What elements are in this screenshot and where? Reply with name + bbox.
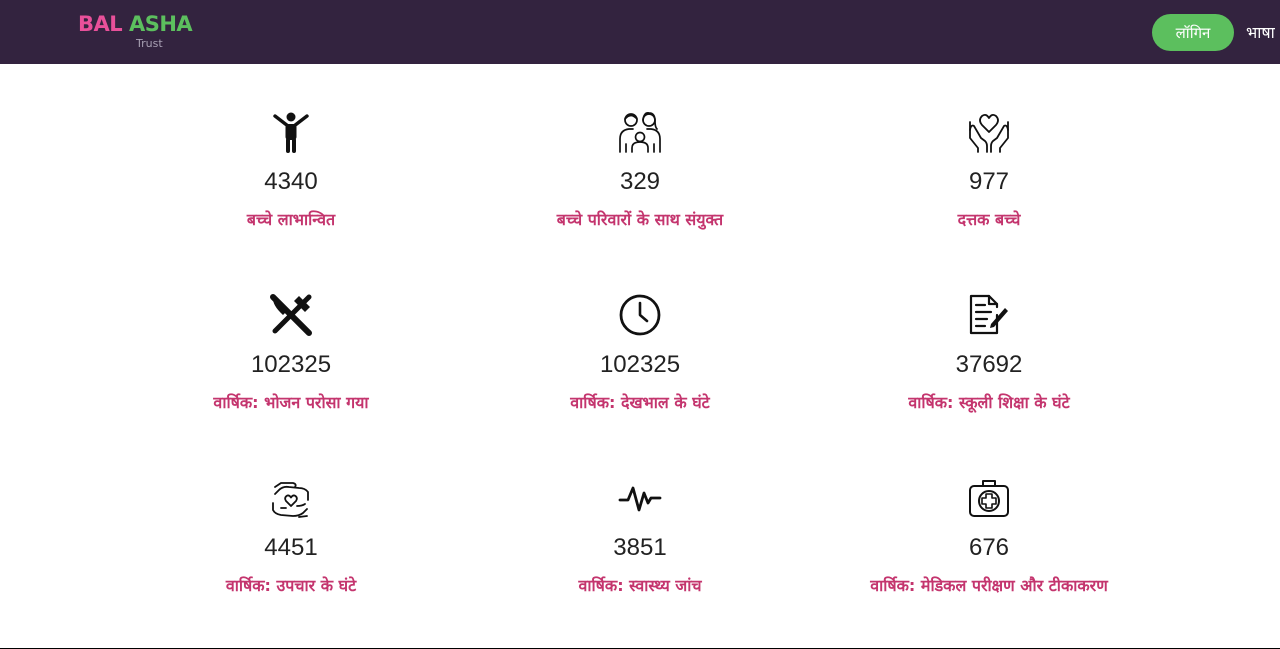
heart-hands-icon [969,113,1009,153]
stat-label: वार्षिक: मेडिकल परीक्षण और टीकाकरण [870,576,1108,595]
stat-label: वार्षिक: भोजन परोसा गया [213,393,369,412]
stat-label: दत्तक बच्चे [957,210,1021,229]
stat-value: 102325 [599,351,681,378]
stat-therapy-hours: 4451 वार्षिक: उपचार के घंटे [121,476,461,596]
care-hands-icon [272,482,309,518]
stat-health-checkups: 3851 वार्षिक: स्वास्थ्य जांच [470,476,810,596]
clock-icon [619,294,661,336]
stat-value: 676 [968,534,1010,561]
impact-stats-grid: 4340 बच्चे लाभान्वित 329 बच्चे परिवारों … [0,64,1280,648]
stat-label: वार्षिक: देखभाल के घंटे [570,393,710,412]
stat-value: 329 [619,168,661,195]
stat-adopted-children: 977 दत्तक बच्चे [819,110,1159,230]
stat-value: 4340 [264,168,318,195]
heartbeat-icon [618,486,662,512]
child-icon [273,112,309,153]
top-navbar: BAL ASHA Trust लॉगिन भाषा [0,0,1280,64]
stat-value: 102325 [250,351,332,378]
stat-medical-tests-vaccination: 676 वार्षिक: मेडिकल परीक्षण और टीकाकरण [819,476,1159,596]
stat-label: बच्चे परिवारों के साथ संयुक्त [556,210,724,229]
notepad-icon [969,294,1008,335]
stat-care-hours: 102325 वार्षिक: देखभाल के घंटे [470,293,810,413]
logo-subtitle: Trust [136,37,163,50]
language-selector[interactable]: भाषा [1246,21,1275,43]
stat-label: वार्षिक: स्वास्थ्य जांच [578,576,702,595]
bal-asha-logo[interactable]: BAL ASHA Trust [78,12,193,52]
stat-value: 37692 [955,351,1023,378]
logo-wordmark: BAL ASHA [78,12,193,36]
stat-label: बच्चे लाभान्वित [246,210,336,229]
stat-children-reunited: 329 बच्चे परिवारों के साथ संयुक्त [470,110,810,230]
stat-value: 3851 [613,534,667,561]
stat-children-benefited: 4340 बच्चे लाभान्वित [121,110,461,230]
fork-knife-icon [270,294,312,336]
family-icon [619,112,661,153]
stat-schooling-hours: 37692 वार्षिक: स्कूली शिक्षा के घंटे [819,293,1159,413]
stat-label: वार्षिक: उपचार के घंटे [225,576,357,595]
stat-value: 4451 [264,534,318,561]
stat-meals-served: 102325 वार्षिक: भोजन परोसा गया [121,293,461,413]
stat-label: वार्षिक: स्कूली शिक्षा के घंटे [908,393,1070,412]
login-button[interactable]: लॉगिन [1152,14,1234,51]
medical-kit-icon [969,480,1009,517]
stat-value: 977 [968,168,1010,195]
